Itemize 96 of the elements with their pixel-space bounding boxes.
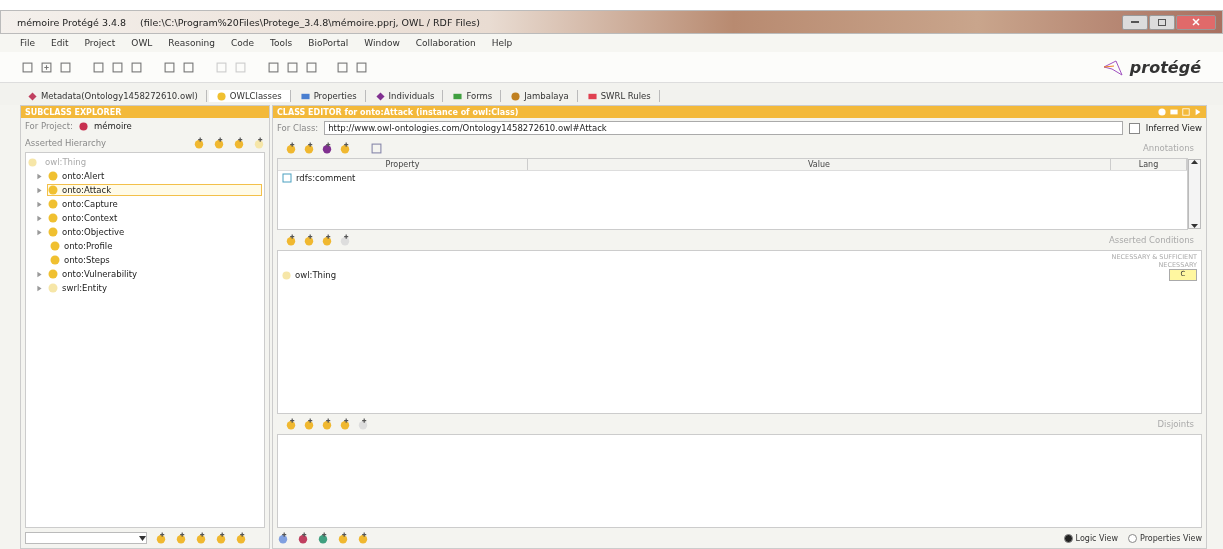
- toolbar-icon[interactable]: [297, 532, 309, 544]
- tree-item[interactable]: onto:Objective: [47, 226, 262, 238]
- project-icon: [78, 121, 88, 131]
- maximize-button[interactable]: [1149, 14, 1175, 30]
- add-sibling-icon[interactable]: [213, 137, 225, 149]
- checkbox-label: Inferred View: [1145, 123, 1202, 133]
- menu-item[interactable]: Window: [364, 38, 400, 48]
- toolbar-icon[interactable]: [357, 532, 369, 544]
- tree-item[interactable]: onto:Capture: [47, 198, 262, 210]
- label: For Class:: [277, 123, 319, 133]
- toolbar-icon[interactable]: [195, 532, 207, 544]
- tab[interactable]: Properties: [292, 90, 366, 102]
- toolbar-icon[interactable]: [287, 61, 298, 73]
- scrollbar[interactable]: [1188, 159, 1201, 229]
- toolbar-icon[interactable]: [175, 532, 187, 544]
- toolbar-icon[interactable]: [337, 532, 349, 544]
- label: Asserted Hierarchy: [25, 138, 107, 148]
- toolbar-icon[interactable]: [235, 532, 247, 544]
- class-uri-field[interactable]: http://www.owl-ontologies.com/Ontology1458272610.owl#Attack: [324, 121, 1123, 135]
- section-label: Asserted Conditions: [1108, 235, 1194, 245]
- caret-icon: [139, 535, 146, 541]
- toolbar-icon[interactable]: [321, 142, 333, 154]
- toolbar-icon[interactable]: [321, 234, 333, 246]
- add-subclass-icon[interactable]: [193, 137, 205, 149]
- radio-option[interactable]: Logic View: [1063, 533, 1119, 543]
- menu-item[interactable]: Tools: [270, 38, 293, 48]
- class-icon: [282, 270, 291, 280]
- tab-icon: [216, 91, 226, 101]
- toolbar-icon[interactable]: [306, 61, 317, 73]
- menu-item[interactable]: Edit: [51, 38, 69, 48]
- section-label: Disjoints: [1157, 419, 1194, 429]
- column-header: Property: [278, 159, 528, 170]
- toolbar-icon[interactable]: [339, 418, 351, 430]
- menu-item[interactable]: Project: [84, 38, 116, 48]
- column-header: Value: [528, 159, 1111, 170]
- toolbar-icon[interactable]: [155, 532, 167, 544]
- window-path: (file:\C:\Program%20Files\Protege_3.4.8\mémoire.pprj, OWL / RDF Files): [140, 16, 480, 28]
- menu-item[interactable]: OWL: [131, 38, 153, 48]
- open-file-icon[interactable]: [41, 61, 52, 73]
- toolbar-icon[interactable]: [339, 142, 351, 154]
- toolbar-icon[interactable]: [303, 142, 315, 154]
- menu-item[interactable]: BioPortal: [308, 38, 349, 48]
- toolbar-icon[interactable]: [303, 418, 315, 430]
- toolbar-icon[interactable]: [277, 532, 289, 544]
- scroll-up-icon[interactable]: [1191, 160, 1198, 164]
- condition-item[interactable]: owl:Thing: [295, 270, 337, 280]
- tab[interactable]: OWLClasses: [208, 90, 291, 102]
- annotation-icon: [282, 173, 292, 183]
- tree-item[interactable]: onto:Vulnerability: [47, 268, 262, 280]
- panel-header: CLASS EDITOR for onto:Attack (instance of owl:Class): [273, 106, 1206, 118]
- tree-item[interactable]: onto:Steps: [49, 254, 262, 266]
- section-label: Annotations: [1142, 143, 1194, 153]
- close-icon: [1192, 18, 1200, 26]
- panel-header: SUBCLASS EXPLORER: [21, 106, 269, 118]
- menu-item[interactable]: File: [20, 38, 36, 48]
- menu-item[interactable]: Collaboration: [415, 38, 476, 48]
- toolbar-icon[interactable]: [303, 234, 315, 246]
- table-cell: rdfs:comment: [296, 173, 356, 183]
- tree-item[interactable]: onto:Context: [47, 212, 262, 224]
- toolbar-icon[interactable]: [285, 142, 297, 154]
- label: For Project:: [25, 121, 73, 131]
- menu-item[interactable]: Reasoning: [168, 38, 215, 48]
- tab[interactable]: Metadata(Ontology1458272610.owl): [20, 90, 207, 102]
- toolbar-icon[interactable]: [215, 532, 227, 544]
- scroll-down-icon[interactable]: [1191, 224, 1198, 228]
- tree-item[interactable]: onto:Alert: [47, 170, 262, 182]
- minimize-button[interactable]: [1122, 14, 1148, 30]
- tab[interactable]: Individuals: [367, 90, 444, 102]
- tab[interactable]: SWRL Rules: [579, 90, 660, 102]
- toolbar-icon[interactable]: [268, 61, 279, 73]
- tab-icon: [28, 91, 37, 101]
- maximize-icon: [1158, 18, 1166, 26]
- window-title: mémoire Protégé 3.4.8: [17, 16, 127, 28]
- toolbar-icon[interactable]: [285, 418, 297, 430]
- project-name: mémoire: [93, 121, 132, 131]
- checkbox[interactable]: [1128, 122, 1140, 134]
- tab-icon: [300, 91, 310, 101]
- tab[interactable]: Forms: [445, 90, 502, 102]
- minimize-icon: [1131, 20, 1139, 24]
- toolbar-icon[interactable]: [285, 234, 297, 246]
- tab[interactable]: Jambalaya: [503, 90, 578, 102]
- toolbar-icon[interactable]: [317, 532, 329, 544]
- class-icon: [28, 157, 37, 167]
- logo: protégé: [1101, 57, 1201, 77]
- column-header: Lang: [1111, 159, 1187, 170]
- toolbar-icon[interactable]: [321, 418, 333, 430]
- tab-icon: [511, 91, 521, 101]
- menu-item[interactable]: Help: [491, 38, 513, 48]
- tree-item[interactable]: onto:Attack: [47, 184, 262, 196]
- radio-option[interactable]: Properties View: [1128, 533, 1202, 543]
- tab-icon: [375, 91, 385, 101]
- tab-icon: [587, 91, 597, 101]
- tree-item[interactable]: swrl:Entity: [47, 282, 262, 294]
- tree-item[interactable]: onto:Profile: [49, 240, 262, 252]
- tab-icon: [453, 91, 463, 101]
- menu-item[interactable]: Code: [231, 38, 255, 48]
